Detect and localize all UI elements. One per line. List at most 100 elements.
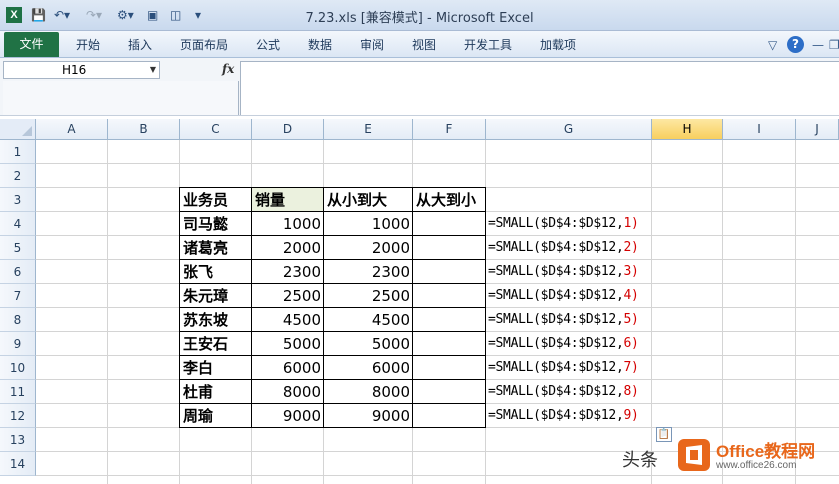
table-cell-border xyxy=(412,331,486,356)
row-header-1[interactable]: 1 xyxy=(0,140,36,164)
row-header-2[interactable]: 2 xyxy=(0,164,36,188)
table-cell-border xyxy=(179,355,252,380)
watermark-url: www.office26.com xyxy=(716,460,797,471)
formula-close-paren: ) xyxy=(631,288,639,303)
table-cell-border xyxy=(179,331,252,356)
table-cell-border xyxy=(251,331,324,356)
row-header-3[interactable]: 3 xyxy=(0,188,36,212)
tab-file[interactable]: 文件 xyxy=(4,32,59,57)
table-cell-border xyxy=(323,355,413,380)
formula-text: =SMALL($D$4:$D$12, xyxy=(488,288,624,303)
table-cell-border xyxy=(251,211,324,236)
table-cell-border xyxy=(179,235,252,260)
name-box[interactable]: H16 ▼ xyxy=(3,61,160,79)
formula-text: =SMALL($D$4:$D$12, xyxy=(488,240,624,255)
minimize-ribbon-icon[interactable]: ▽ xyxy=(768,37,777,53)
row-header-13[interactable]: 13 xyxy=(0,428,36,452)
table-cell-border xyxy=(179,283,252,308)
paste-options-icon[interactable]: 📋 xyxy=(656,427,672,442)
formula-argument: 3 xyxy=(623,264,632,279)
formula-argument: 4 xyxy=(623,288,632,303)
tab-review[interactable]: 审阅 xyxy=(360,36,384,54)
tab-insert[interactable]: 插入 xyxy=(128,36,152,54)
formula-argument: 9 xyxy=(623,408,632,423)
tab-page-layout[interactable]: 页面布局 xyxy=(180,36,228,54)
tab-formulas[interactable]: 公式 xyxy=(256,36,280,54)
title-bar: X 💾 ↶▾ ↷▾ ⚙▾ ▣ ◫ ▾ 7.23.xls [兼容模式] - Mic… xyxy=(0,0,839,31)
column-header-d[interactable]: D xyxy=(252,119,324,140)
row-header-12[interactable]: 12 xyxy=(0,404,36,428)
formula-text-cell[interactable]: =SMALL($D$4:$D$12,7) xyxy=(486,356,652,380)
row-header-7[interactable]: 7 xyxy=(0,284,36,308)
table-cell-border xyxy=(412,235,486,260)
formula-input[interactable] xyxy=(240,61,839,115)
table-cell-border xyxy=(412,307,486,332)
table-cell-border xyxy=(323,379,413,404)
gridline-vertical xyxy=(107,140,108,484)
tab-addins[interactable]: 加载项 xyxy=(540,36,576,54)
table-cell-border xyxy=(323,307,413,332)
column-header-g[interactable]: G xyxy=(486,119,652,140)
tab-developer[interactable]: 开发工具 xyxy=(464,36,512,54)
column-header-a[interactable]: A xyxy=(36,119,108,140)
chevron-down-icon[interactable]: ▼ xyxy=(150,62,156,78)
column-header-i[interactable]: I xyxy=(723,119,796,140)
column-header-f[interactable]: F xyxy=(413,119,486,140)
table-cell-border xyxy=(179,259,252,284)
table-cell-border xyxy=(251,355,324,380)
table-cell-border xyxy=(412,355,486,380)
formula-text-cell[interactable]: =SMALL($D$4:$D$12,4) xyxy=(486,284,652,308)
row-header-8[interactable]: 8 xyxy=(0,308,36,332)
gridline-horizontal xyxy=(36,475,839,476)
row-header-5[interactable]: 5 xyxy=(0,236,36,260)
column-header-h[interactable]: H xyxy=(652,119,723,140)
formula-argument: 5 xyxy=(623,312,632,327)
column-header-c[interactable]: C xyxy=(180,119,252,140)
formula-close-paren: ) xyxy=(631,240,639,255)
column-header-b[interactable]: B xyxy=(108,119,180,140)
row-header-9[interactable]: 9 xyxy=(0,332,36,356)
column-header-j[interactable]: J xyxy=(796,119,839,140)
name-box-value: H16 xyxy=(62,63,87,77)
window-minimize-icon[interactable]: — xyxy=(812,37,824,53)
row-header-4[interactable]: 4 xyxy=(0,212,36,236)
formula-text-cell[interactable]: =SMALL($D$4:$D$12,8) xyxy=(486,380,652,404)
formula-argument: 8 xyxy=(623,384,632,399)
formula-text-cell[interactable]: =SMALL($D$4:$D$12,9) xyxy=(486,404,652,428)
window-restore-icon[interactable]: ❐ xyxy=(829,37,839,53)
select-all-corner[interactable] xyxy=(0,119,36,140)
watermark-brand: Office教程网 xyxy=(716,442,816,461)
formula-argument: 1 xyxy=(623,216,632,231)
formula-text-cell[interactable]: =SMALL($D$4:$D$12,1) xyxy=(486,212,652,236)
table-cell-border xyxy=(323,187,413,212)
table-cell-border xyxy=(323,211,413,236)
gridline-vertical xyxy=(722,140,723,484)
table-cell-border xyxy=(412,379,486,404)
tab-data[interactable]: 数据 xyxy=(308,36,332,54)
row-header-11[interactable]: 11 xyxy=(0,380,36,404)
formula-text-cell[interactable]: =SMALL($D$4:$D$12,2) xyxy=(486,236,652,260)
formula-text-cell[interactable]: =SMALL($D$4:$D$12,3) xyxy=(486,260,652,284)
formula-close-paren: ) xyxy=(631,408,639,423)
row-header-14[interactable]: 14 xyxy=(0,452,36,476)
table-cell-border xyxy=(251,259,324,284)
formula-text-cell[interactable]: =SMALL($D$4:$D$12,5) xyxy=(486,308,652,332)
insert-function-icon[interactable]: fx xyxy=(222,61,234,77)
watermark-prefix: 头条 xyxy=(622,450,658,471)
formula-close-paren: ) xyxy=(631,216,639,231)
window-title: 7.23.xls [兼容模式] - Microsoft Excel xyxy=(305,11,534,26)
tab-home[interactable]: 开始 xyxy=(76,36,100,54)
help-icon[interactable]: ? xyxy=(787,36,804,53)
formula-text-cell[interactable]: =SMALL($D$4:$D$12,6) xyxy=(486,332,652,356)
row-header-10[interactable]: 10 xyxy=(0,356,36,380)
table-cell-border xyxy=(412,403,486,428)
row-header-6[interactable]: 6 xyxy=(0,260,36,284)
tab-view[interactable]: 视图 xyxy=(412,36,436,54)
gridline-horizontal xyxy=(36,163,839,164)
table-cell-border xyxy=(323,403,413,428)
column-header-e[interactable]: E xyxy=(324,119,413,140)
table-cell-border xyxy=(251,379,324,404)
formula-bar-left-pane xyxy=(3,81,239,115)
table-cell-border xyxy=(251,307,324,332)
formula-text: =SMALL($D$4:$D$12, xyxy=(488,408,624,423)
